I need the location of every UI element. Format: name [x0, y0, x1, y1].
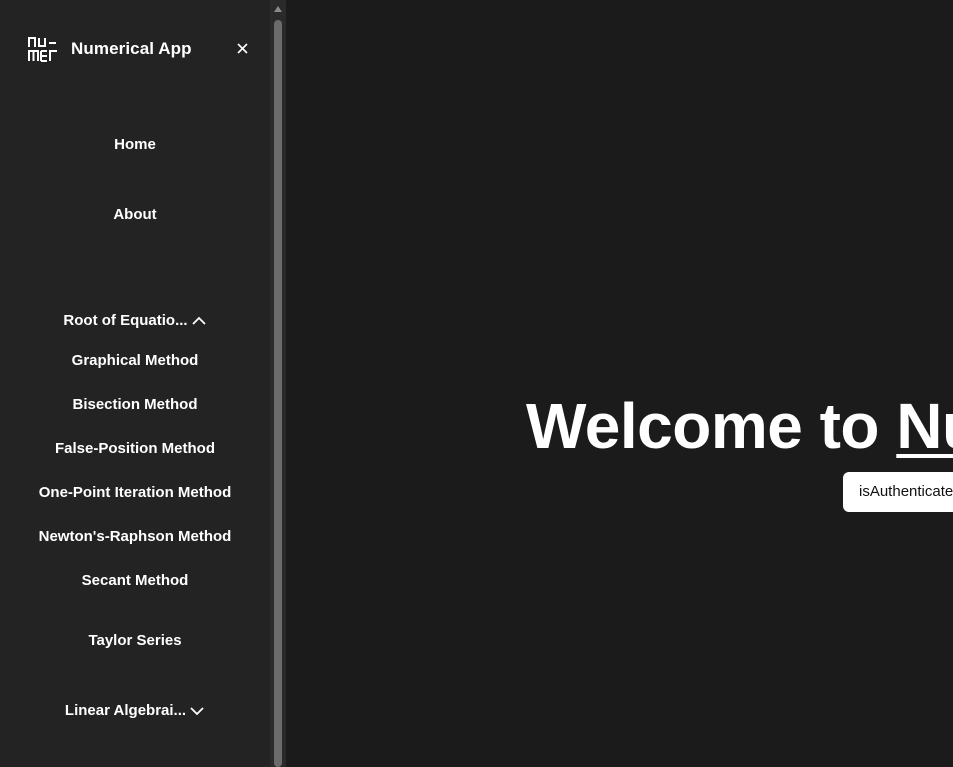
numer-logo-icon: [28, 37, 57, 62]
close-icon[interactable]: [234, 40, 251, 57]
scrollbar-thumb[interactable]: [274, 20, 282, 767]
root-of-equation-label: Root of Equatio...: [63, 312, 188, 329]
menu-item-newton-raphson-method[interactable]: Newton's-Raphson Method: [0, 528, 270, 545]
menu-item-one-point-iteration-method[interactable]: One-Point Iteration Method: [0, 484, 270, 501]
menu-item-graphical-method[interactable]: Graphical Method: [0, 352, 270, 369]
welcome-heading: Welcome to Numerical App: [526, 390, 953, 462]
sidebar: Numerical App Home About Root of Equatio…: [0, 0, 270, 767]
nav-home[interactable]: Home: [0, 136, 270, 153]
menu-item-secant-method[interactable]: Secant Method: [0, 572, 270, 589]
main-content: Welcome to Numerical App isAuthenticated: [286, 0, 953, 767]
welcome-app-link[interactable]: Numerical App: [896, 390, 953, 462]
chevron-down-icon: [190, 706, 204, 715]
brand[interactable]: Numerical App: [28, 36, 192, 62]
linear-algebraic-label: Linear Algebrai...: [64, 702, 187, 719]
root-of-equation-dropdown[interactable]: Root of Equatio...: [0, 312, 270, 329]
menu-item-bisection-method[interactable]: Bisection Method: [0, 396, 270, 413]
scroll-up-arrow-icon[interactable]: [274, 6, 282, 12]
welcome-prefix: Welcome to: [526, 390, 897, 462]
sidebar-scrollbar[interactable]: [270, 0, 286, 767]
menu-item-false-position-method[interactable]: False-Position Method: [0, 440, 270, 457]
auth-status-badge: isAuthenticated: [843, 472, 953, 512]
linear-algebraic-dropdown[interactable]: Linear Algebrai...: [0, 702, 270, 719]
chevron-up-icon: [191, 316, 206, 325]
app-title: Numerical App: [71, 39, 192, 58]
nav-taylor-series[interactable]: Taylor Series: [0, 632, 270, 649]
nav-about[interactable]: About: [0, 206, 270, 223]
